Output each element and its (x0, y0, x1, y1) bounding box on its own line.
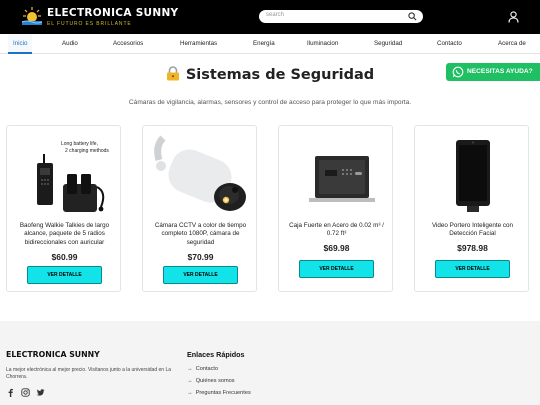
footer-description: La mejor electrónica al mejor precio. Vi… (6, 367, 171, 380)
whatsapp-icon (452, 66, 464, 78)
view-detail-button[interactable]: VER DETALLE (27, 266, 102, 284)
product-card[interactable]: Caja Fuerte en Acero de 0.02 m³ / 0.72 f… (278, 125, 393, 292)
nav-item-contacto[interactable]: Contacto (437, 34, 462, 54)
lock-icon (166, 66, 179, 81)
product-image-safe[interactable] (287, 132, 386, 222)
search-placeholder: search (266, 12, 285, 18)
nav-item-acerca-de[interactable]: Acerca de (498, 34, 526, 54)
nav-item-audio[interactable]: Audio (62, 34, 78, 54)
nav-item-accesorios[interactable]: Accesorios (113, 34, 143, 54)
sun-logo-icon[interactable] (22, 5, 42, 25)
nav-item-energia[interactable]: Energía (253, 34, 275, 54)
product-card[interactable]: Long battery life, 2 charging methods Ba… (6, 125, 121, 292)
page-title-text: Sistemas de Seguridad (185, 67, 375, 83)
product-card[interactable]: Video Portero Inteligente con Detección … (414, 125, 529, 292)
product-image-video-door-phone[interactable] (423, 132, 522, 222)
product-price: $978.98 (457, 243, 488, 253)
view-detail-button[interactable]: VER DETALLE (299, 260, 374, 278)
user-icon[interactable] (508, 11, 519, 23)
nav-item-iluminacion[interactable]: Iluminacion (307, 34, 338, 54)
site-header: ELECTRONICA SUNNY EL FUTURO ES BRILLANTE… (0, 0, 540, 34)
product-image-walkie-talkies[interactable]: Long battery life, 2 charging methods (15, 132, 114, 222)
whatsapp-help-button[interactable]: NECESITAS AYUDA? (446, 63, 540, 81)
product-card[interactable]: Cámara CCTV a color de tiempo completo 1… (142, 125, 257, 292)
product-title[interactable]: Video Portero Inteligente con Detección … (420, 222, 525, 239)
product-price: $69.98 (323, 243, 350, 253)
view-detail-button[interactable]: VER DETALLE (435, 260, 510, 278)
product-image-caption-1: Long battery life, (61, 141, 98, 147)
instagram-icon[interactable] (21, 388, 30, 397)
product-title[interactable]: Caja Fuerte en Acero de 0.02 m³ / 0.72 f… (284, 222, 389, 239)
footer-link-contacto[interactable]: → Contacto (187, 366, 218, 372)
product-title[interactable]: Cámara CCTV a color de tiempo completo 1… (148, 222, 253, 247)
nav-item-inicio[interactable]: Inicio (8, 34, 33, 54)
main-nav: Inicio Audio Accesorios Herramientas Ene… (0, 34, 540, 54)
search-input[interactable]: search (259, 10, 423, 23)
footer-link-label[interactable]: Quiénes somos (196, 378, 235, 384)
product-price: $60.99 (51, 252, 78, 262)
product-image-cctv-camera[interactable] (151, 132, 250, 222)
view-detail-button[interactable]: VER DETALLE (163, 266, 238, 284)
site-footer: ELECTRONICA SUNNY La mejor electrónica a… (0, 321, 540, 405)
nav-item-herramientas[interactable]: Herramientas (180, 34, 217, 54)
page-subtitle: Cámaras de vigilancia, alarmas, sensores… (128, 99, 412, 106)
footer-brand: ELECTRONICA SUNNY (6, 350, 100, 359)
nav-item-seguridad[interactable]: Seguridad (374, 34, 402, 54)
product-title[interactable]: Baofeng Walkie Talkies de largo alcance,… (12, 222, 117, 247)
facebook-icon[interactable] (6, 388, 15, 397)
footer-link-label[interactable]: Contacto (196, 366, 218, 372)
footer-link-preguntas-frecuentes[interactable]: → Preguntas Frecuentes (187, 390, 251, 396)
footer-links-heading: Enlaces Rápidos (187, 350, 245, 359)
brand-name[interactable]: ELECTRONICA SUNNY (47, 7, 178, 19)
footer-link-quienes-somos[interactable]: → Quiénes somos (187, 378, 235, 384)
brand-tagline: EL FUTURO ES BRILLANTE (47, 21, 132, 27)
twitter-icon[interactable] (36, 388, 45, 397)
footer-link-label[interactable]: Preguntas Frecuentes (196, 390, 251, 396)
search-icon[interactable] (408, 12, 417, 21)
whatsapp-help-label: NECESITAS AYUDA? (467, 68, 533, 75)
product-price: $70.99 (187, 252, 214, 262)
product-image-caption-2: 2 charging methods (65, 148, 109, 154)
